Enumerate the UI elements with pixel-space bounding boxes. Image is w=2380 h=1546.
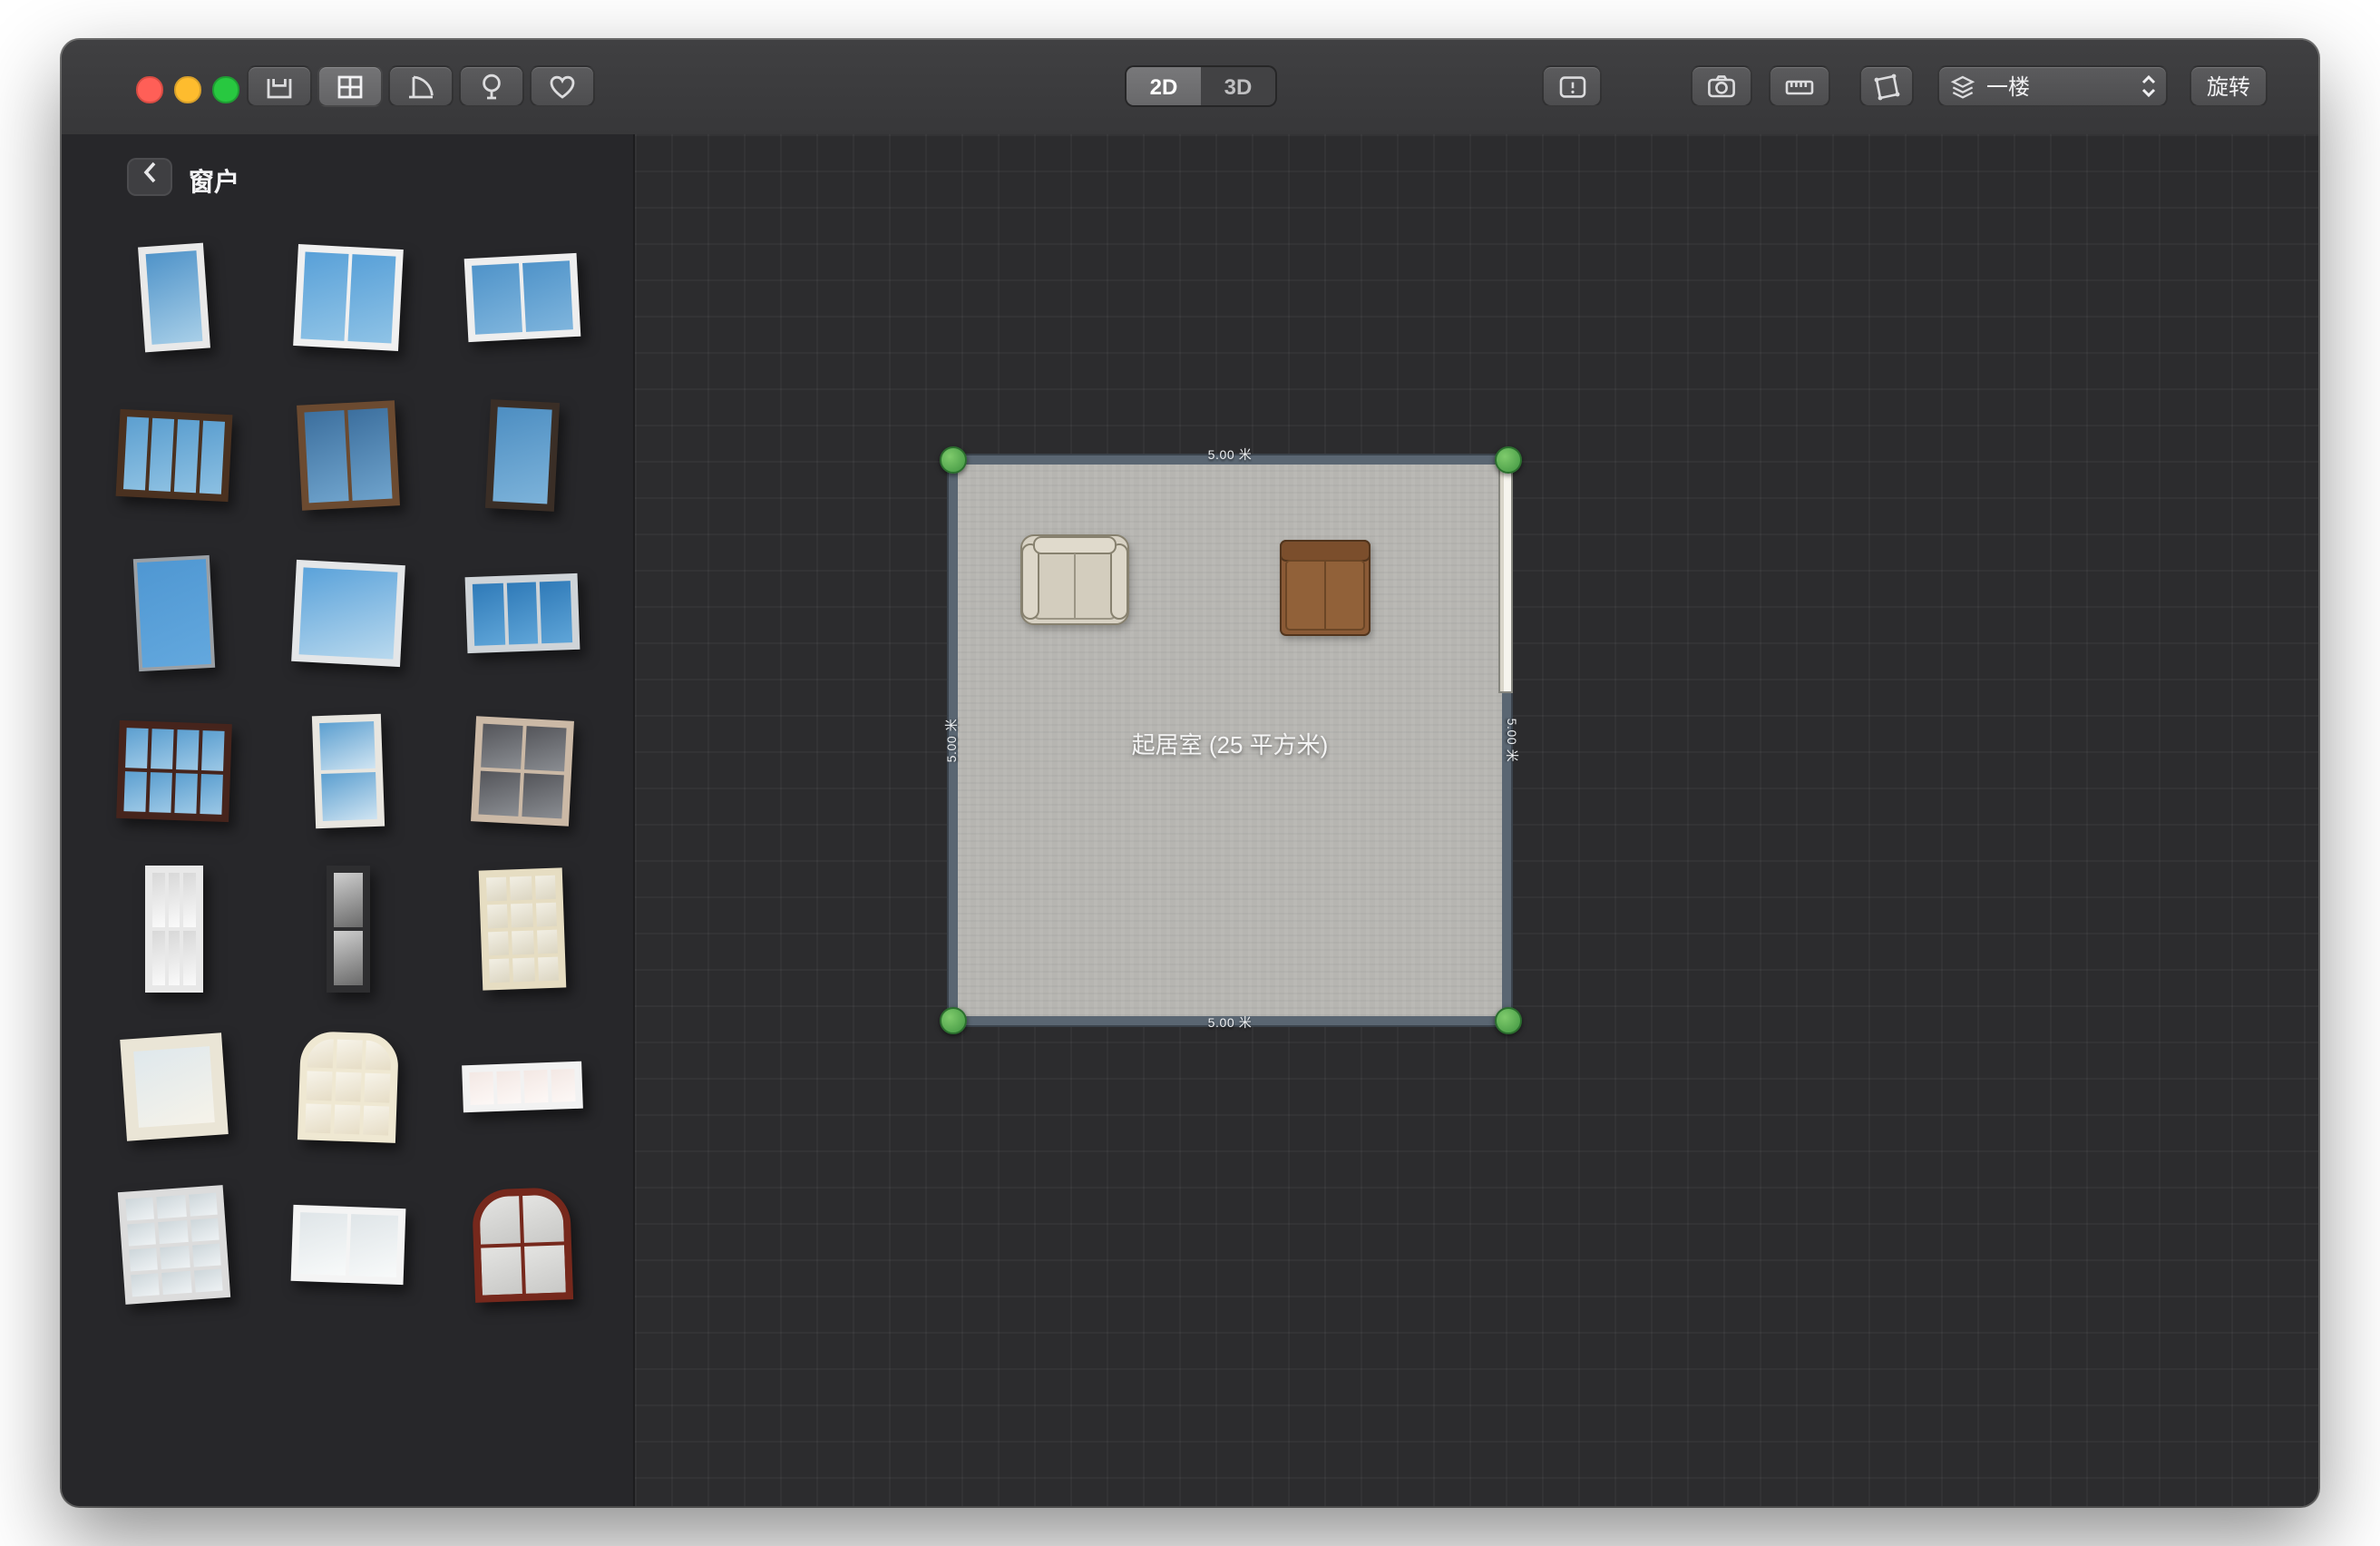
transform-region-icon bbox=[1870, 70, 1903, 103]
window-thumbnail-grid-window-cream[interactable] bbox=[435, 849, 610, 1007]
camera-button[interactable] bbox=[1691, 65, 1752, 107]
corner-handle-bottom-right[interactable] bbox=[1495, 1007, 1522, 1034]
window-thumbnail-multi-pane-dark-red[interactable] bbox=[87, 691, 261, 849]
view-2d-segment[interactable]: 2D bbox=[1127, 67, 1201, 105]
sidebar-title: 窗户 bbox=[189, 163, 239, 200]
window-thumbnail-single-window-dark[interactable] bbox=[435, 376, 610, 533]
window-thumbnail-four-pane-dark-brown[interactable] bbox=[87, 376, 261, 533]
dimension-label-bottom: 5.00 米 bbox=[949, 1014, 1511, 1032]
sofa[interactable] bbox=[1279, 539, 1371, 637]
up-down-chevrons-icon bbox=[2141, 74, 2157, 98]
window-grid-icon bbox=[334, 70, 366, 103]
window-thumbnail-picture-window-white[interactable] bbox=[261, 533, 435, 691]
window-thumbnail-glazed-door-white[interactable] bbox=[261, 691, 435, 849]
back-button[interactable] bbox=[127, 158, 172, 196]
window-thumbnail-fixed-pane-thin-frame[interactable] bbox=[87, 533, 261, 691]
view-3d-segment[interactable]: 3D bbox=[1201, 67, 1275, 105]
window-thumbnail-wide-two-pane-white[interactable] bbox=[435, 218, 610, 376]
layers-icon bbox=[1948, 72, 1977, 101]
chevron-left-icon bbox=[139, 160, 161, 194]
tree-icon bbox=[475, 70, 508, 103]
room-tool-button[interactable] bbox=[247, 65, 312, 107]
window-thumbnail-single-casement-white[interactable] bbox=[87, 218, 261, 376]
room-label: 起居室 (25 平方米) bbox=[949, 726, 1511, 760]
screen: 2D 3D bbox=[0, 0, 2380, 1546]
dimension-label-top: 5.00 米 bbox=[949, 446, 1511, 465]
app-window: 2D 3D bbox=[62, 40, 2318, 1506]
close-button[interactable] bbox=[136, 76, 162, 103]
window-thumbnail-arched-multipane-cream[interactable] bbox=[261, 1007, 435, 1165]
armchair[interactable] bbox=[1019, 533, 1130, 626]
window-thumbnail-french-window-brown[interactable] bbox=[261, 376, 435, 533]
floor-selector-label: 一楼 bbox=[1986, 71, 2131, 102]
sidebar-window-catalog: 窗户 bbox=[62, 134, 635, 1506]
view-mode-toggle: 2D 3D bbox=[1125, 65, 1277, 107]
window-thumbnail-four-pane-strip-white[interactable] bbox=[435, 1007, 610, 1165]
floor-selector[interactable]: 一楼 bbox=[1937, 65, 2168, 107]
window-thumbnail-deep-frame-window-cream[interactable] bbox=[87, 1007, 261, 1165]
door-tool-button[interactable] bbox=[388, 65, 454, 107]
minimize-button[interactable] bbox=[174, 76, 200, 103]
zoom-button[interactable] bbox=[212, 76, 239, 103]
ruler-button[interactable] bbox=[1769, 65, 1830, 107]
titlebar: 2D 3D bbox=[62, 40, 2318, 136]
rotate-button[interactable]: 旋转 bbox=[2190, 65, 2268, 107]
corner-handle-top-left[interactable] bbox=[940, 446, 967, 474]
door-swing-icon bbox=[405, 70, 437, 103]
rotate-button-label: 旋转 bbox=[2207, 71, 2250, 102]
room-outline-icon bbox=[263, 70, 296, 103]
window-thumbnail-grid-window-white[interactable] bbox=[87, 1165, 261, 1323]
note-button[interactable] bbox=[1542, 65, 1602, 107]
camera-icon bbox=[1705, 70, 1738, 103]
window-thumbnail-arched-lattice-dark-red[interactable] bbox=[435, 1165, 610, 1323]
window-grid bbox=[87, 218, 610, 1323]
corner-handle-top-right[interactable] bbox=[1495, 446, 1522, 474]
favorites-tool-button[interactable] bbox=[530, 65, 595, 107]
ruler-icon bbox=[1783, 70, 1816, 103]
corner-handle-bottom-left[interactable] bbox=[940, 1007, 967, 1034]
window-thumbnail-horizontal-slider-white[interactable] bbox=[261, 1165, 435, 1323]
transform-tool-button[interactable] bbox=[1859, 65, 1914, 107]
heart-icon bbox=[546, 70, 579, 103]
alert-note-icon bbox=[1556, 70, 1588, 103]
window-thumbnail-craftsman-tall-white[interactable] bbox=[87, 849, 261, 1007]
window-tool-button[interactable] bbox=[317, 65, 383, 107]
window-thumbnail-double-hung-tan[interactable] bbox=[435, 691, 610, 849]
plant-tool-button[interactable] bbox=[459, 65, 524, 107]
window-thumbnail-three-pane-slider-blue[interactable] bbox=[435, 533, 610, 691]
window-thumbnail-double-casement-white[interactable] bbox=[261, 218, 435, 376]
window-thumbnail-slim-window-black[interactable] bbox=[261, 849, 435, 1007]
floor-plan-canvas[interactable]: 5.00 米 5.00 米 5.00 米 5.00 米 起居室 (25 平方米) bbox=[635, 134, 2318, 1506]
